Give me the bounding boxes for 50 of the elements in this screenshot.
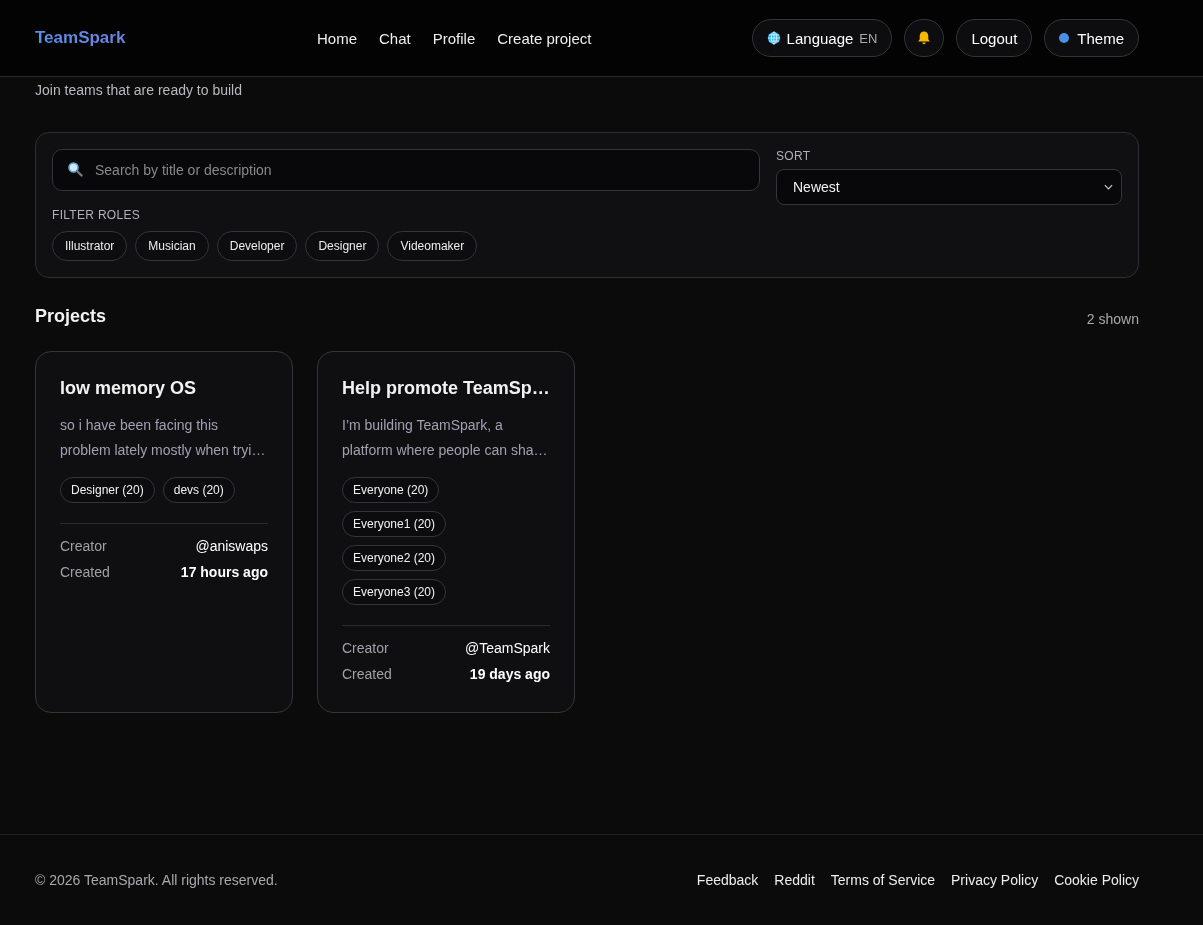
- role-tag: devs (20): [162, 477, 235, 503]
- meta-label: Creator: [60, 538, 107, 554]
- chevron-down-icon: [1104, 184, 1113, 190]
- footer-link[interactable]: Privacy Policy: [951, 872, 1039, 888]
- footer-link[interactable]: Terms of Service: [830, 872, 936, 888]
- role-tag: Everyone (20): [342, 477, 440, 503]
- role-tag: Designer (20): [60, 477, 155, 503]
- role-filter-chip[interactable]: Illustrator: [52, 231, 128, 261]
- meta-label: Created: [342, 666, 392, 682]
- project-title: Help promote TeamSp…: [342, 378, 550, 399]
- language-button[interactable]: Language EN: [751, 19, 893, 57]
- project-title: low memory OS: [60, 378, 198, 399]
- theme-button[interactable]: Theme: [1044, 19, 1139, 57]
- role-filter-chip[interactable]: Developer: [216, 231, 298, 261]
- section-heading: Projects: [35, 306, 107, 327]
- sort-dropdown[interactable]: Newest: [776, 169, 1122, 205]
- nav-link[interactable]: Home: [317, 29, 357, 47]
- globe-icon: [766, 31, 781, 45]
- copyright-text: © 2026 TeamSpark. All rights reserved.: [35, 872, 278, 888]
- role-filter-chip[interactable]: Designer: [305, 231, 380, 261]
- created-time: 19 days ago: [469, 666, 550, 682]
- footer-link[interactable]: Cookie Policy: [1054, 872, 1139, 888]
- project-card[interactable]: low memory OS so i have been facing this problem lately mostly when tryi… Designer (20) devs (20) Creator @aniswaps Created 17 hours ago: [35, 351, 293, 713]
- role-filter-chip[interactable]: Musician: [135, 231, 209, 261]
- role-tag: Everyone3 (20): [342, 579, 447, 605]
- sort-label: SORT: [776, 149, 812, 163]
- meta-label: Creator: [342, 640, 389, 656]
- meta-label: Created: [60, 564, 110, 580]
- search-icon: [67, 161, 83, 177]
- creator-link[interactable]: @TeamSpark: [464, 640, 550, 656]
- footer-link[interactable]: Reddit: [774, 872, 815, 888]
- search-field[interactable]: Search by title or description: [52, 149, 760, 191]
- role-filter-chip[interactable]: Videomaker: [387, 231, 478, 261]
- created-time: 17 hours ago: [180, 564, 268, 580]
- bell-icon: [916, 30, 933, 46]
- filter-roles-label: FILTER ROLES: [52, 208, 141, 222]
- nav-link[interactable]: Create project: [497, 29, 592, 47]
- result-count: 2 shown: [1086, 311, 1139, 327]
- project-card[interactable]: Help promote TeamSp… I’m building TeamSpark, a platform where people can sha… Everyone (20) Everyone1 (20) Everyone2 (20) Everyone3 (20) Creator @TeamSpark Created 19 days ago: [317, 351, 575, 713]
- role-tag: Everyone2 (20): [342, 545, 447, 571]
- footer-link[interactable]: Feedback: [696, 872, 759, 888]
- project-description: so i have been facing this problem lately mostly when tryi…: [60, 416, 267, 460]
- page-subtitle: Join teams that are ready to build: [35, 82, 243, 98]
- notifications-button[interactable]: [904, 19, 945, 57]
- nav-link[interactable]: Chat: [379, 29, 411, 47]
- nav-link[interactable]: Profile: [432, 29, 476, 47]
- role-tag: Everyone1 (20): [342, 511, 447, 537]
- logout-button[interactable]: Logout: [956, 19, 1033, 57]
- creator-link[interactable]: @aniswaps: [195, 538, 268, 554]
- project-description: I’m building TeamSpark, a platform where people can sha…: [342, 416, 549, 460]
